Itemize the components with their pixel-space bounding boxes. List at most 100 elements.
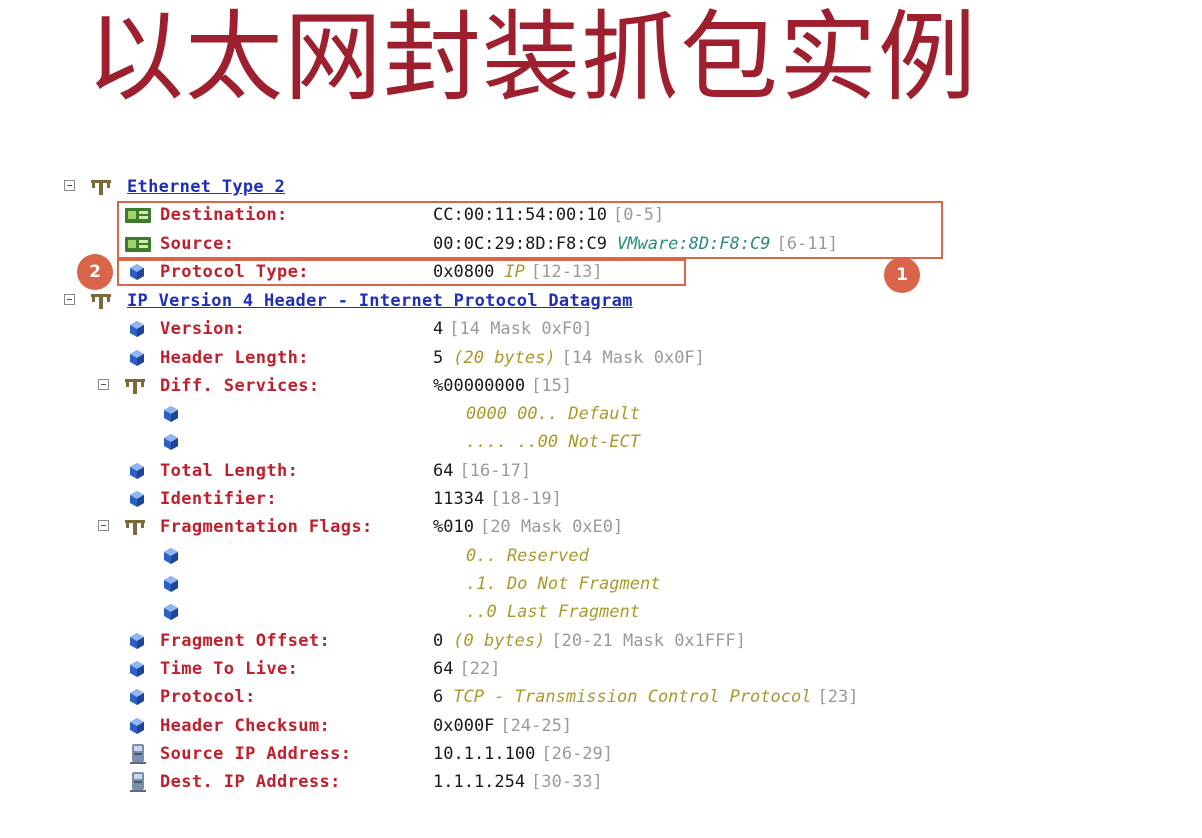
field-value-group: 0x000F [24-25] xyxy=(433,712,572,740)
source-ip-value: 10.1.1.100 xyxy=(433,744,536,764)
slide-title: 以太网封装抓包实例 xyxy=(86,1,978,115)
field-value: 6 xyxy=(433,687,444,707)
ethernet-header-link[interactable]: Ethernet Type 2 xyxy=(127,173,285,201)
bit-row[interactable]: .1. Do Not Fragment xyxy=(0,570,1202,598)
byte-range: [26-29] xyxy=(541,744,614,764)
field-value: 4 xyxy=(433,319,444,339)
field-cube-icon xyxy=(162,603,180,621)
field-cube-icon xyxy=(128,462,146,480)
field-value: 64 xyxy=(433,659,454,679)
computer-icon xyxy=(130,771,148,792)
field-row-identifier[interactable]: Identifier: 11334 [18-19] xyxy=(0,485,1202,513)
field-desc: TCP - Transmission Control Protocol xyxy=(453,687,812,707)
field-value-group: 0 (0 bytes) [20-21 Mask 0x1FFF] xyxy=(433,627,746,655)
byte-range: [18-19] xyxy=(490,489,562,509)
field-row-fragment-offset[interactable]: Fragment Offset: 0 (0 bytes) [20-21 Mask 0… xyxy=(0,627,1202,655)
field-label: Identifier: xyxy=(160,489,277,509)
protocol-tree-icon xyxy=(124,377,145,395)
field-desc: (20 bytes) xyxy=(453,348,556,368)
field-value: 64 xyxy=(433,461,454,481)
protocol-type-highlight-box xyxy=(117,259,686,286)
field-value-group: 6 TCP - Transmission Control Protocol [23] xyxy=(433,683,858,711)
ethernet-header-row[interactable]: Ethernet Type 2 xyxy=(0,173,1202,201)
byte-range: [22] xyxy=(459,659,501,679)
field-label: Fragment Offset: xyxy=(160,631,331,651)
field-label: Fragmentation Flags: xyxy=(160,517,373,537)
field-row-fragmentation-flags[interactable]: Fragmentation Flags: %010 [20 Mask 0xE0] xyxy=(0,513,1202,541)
dest-ip-value: 1.1.1.254 xyxy=(433,772,526,792)
byte-range: [15] xyxy=(531,376,573,396)
field-cube-icon xyxy=(162,405,180,423)
collapse-toggle-icon[interactable] xyxy=(64,294,75,305)
field-value-group: 4 [14 Mask 0xF0] xyxy=(433,315,593,343)
bit-desc: 0000 00.. Default xyxy=(466,404,640,424)
bit-desc: 0.. Reserved xyxy=(466,546,589,566)
field-cube-icon xyxy=(128,717,146,735)
field-label: Protocol: xyxy=(160,687,256,707)
collapse-toggle-icon[interactable] xyxy=(64,180,75,191)
field-row-header-checksum[interactable]: Header Checksum: 0x000F [24-25] xyxy=(0,712,1202,740)
field-row-ttl[interactable]: Time To Live: 64 [22] xyxy=(0,655,1202,683)
byte-range: [14 Mask 0x0F] xyxy=(561,348,705,368)
byte-range: [20-21 Mask 0x1FFF] xyxy=(551,631,746,651)
field-cube-icon xyxy=(128,660,146,678)
field-label: Header Length: xyxy=(160,348,309,368)
bit-row[interactable]: ..0 Last Fragment xyxy=(0,598,1202,626)
byte-range: [14 Mask 0xF0] xyxy=(449,319,593,339)
field-value-group: 10.1.1.100 [26-29] xyxy=(433,740,613,768)
field-value: 11334 xyxy=(433,489,485,509)
field-cube-icon xyxy=(128,349,146,367)
field-value: 5 xyxy=(433,348,444,368)
field-value-group: 64 [16-17] xyxy=(433,457,531,485)
field-label: Total Length: xyxy=(160,461,299,481)
byte-range: [20 Mask 0xE0] xyxy=(479,517,624,537)
field-row-source-ip[interactable]: Source IP Address: 10.1.1.100 [26-29] xyxy=(0,740,1202,768)
computer-icon xyxy=(130,743,148,764)
ip-header-link[interactable]: IP Version 4 Header - Internet Protocol … xyxy=(127,287,633,315)
mac-address-highlight-box xyxy=(117,201,943,259)
bit-row[interactable]: .... ..00 Not-ECT xyxy=(0,428,1202,456)
field-value-group: %010 [20 Mask 0xE0] xyxy=(433,513,623,541)
field-row-protocol[interactable]: Protocol: 6 TCP - Transmission Control Pr… xyxy=(0,683,1202,711)
protocol-tree-icon xyxy=(124,518,145,536)
field-value-group: 5 (20 bytes) [14 Mask 0x0F] xyxy=(433,344,705,372)
bit-desc: ..0 Last Fragment xyxy=(466,602,640,622)
field-row-dest-ip[interactable]: Dest. IP Address: 1.1.1.254 [30-33] xyxy=(0,768,1202,796)
collapse-toggle-icon[interactable] xyxy=(98,520,109,531)
field-row-diff-services[interactable]: Diff. Services: %00000000 [15] xyxy=(0,372,1202,400)
bit-row[interactable]: 0000 00.. Default xyxy=(0,400,1202,428)
field-value-group: 1.1.1.254 [30-33] xyxy=(433,768,603,796)
field-label: Source IP Address: xyxy=(160,744,352,764)
field-value: 0 xyxy=(433,631,444,651)
bit-row[interactable]: 0.. Reserved xyxy=(0,542,1202,570)
field-cube-icon xyxy=(162,575,180,593)
bit-desc: .1. Do Not Fragment xyxy=(466,574,661,594)
field-value-group: 11334 [18-19] xyxy=(433,485,562,513)
field-value: 0x000F xyxy=(433,716,495,736)
field-cube-icon xyxy=(128,320,146,338)
field-value-group: %00000000 [15] xyxy=(433,372,572,400)
field-value: %00000000 xyxy=(433,376,526,396)
field-label: Header Checksum: xyxy=(160,716,331,736)
field-cube-icon xyxy=(128,490,146,508)
field-cube-icon xyxy=(162,433,180,451)
ip-header-row[interactable]: IP Version 4 Header - Internet Protocol … xyxy=(0,287,1202,315)
field-row-version[interactable]: Version: 4 [14 Mask 0xF0] xyxy=(0,315,1202,343)
byte-range: [24-25] xyxy=(500,716,573,736)
field-value-group: 64 [22] xyxy=(433,655,500,683)
field-row-header-length[interactable]: Header Length: 5 (20 bytes) [14 Mask 0x0F] xyxy=(0,344,1202,372)
byte-range: [23] xyxy=(817,687,859,707)
bit-desc: .... ..00 Not-ECT xyxy=(466,432,640,452)
field-label: Diff. Services: xyxy=(160,376,320,396)
collapse-toggle-icon[interactable] xyxy=(98,379,109,390)
field-row-total-length[interactable]: Total Length: 64 [16-17] xyxy=(0,457,1202,485)
field-cube-icon xyxy=(162,547,180,565)
field-cube-icon xyxy=(128,632,146,650)
byte-range: [30-33] xyxy=(531,772,603,792)
protocol-tree-icon xyxy=(90,178,111,196)
field-cube-icon xyxy=(128,688,146,706)
protocol-tree-icon xyxy=(90,292,111,310)
field-label: Dest. IP Address: xyxy=(160,772,341,792)
field-desc: (0 bytes) xyxy=(453,631,546,651)
annotation-badge-2: 2 xyxy=(77,254,113,290)
